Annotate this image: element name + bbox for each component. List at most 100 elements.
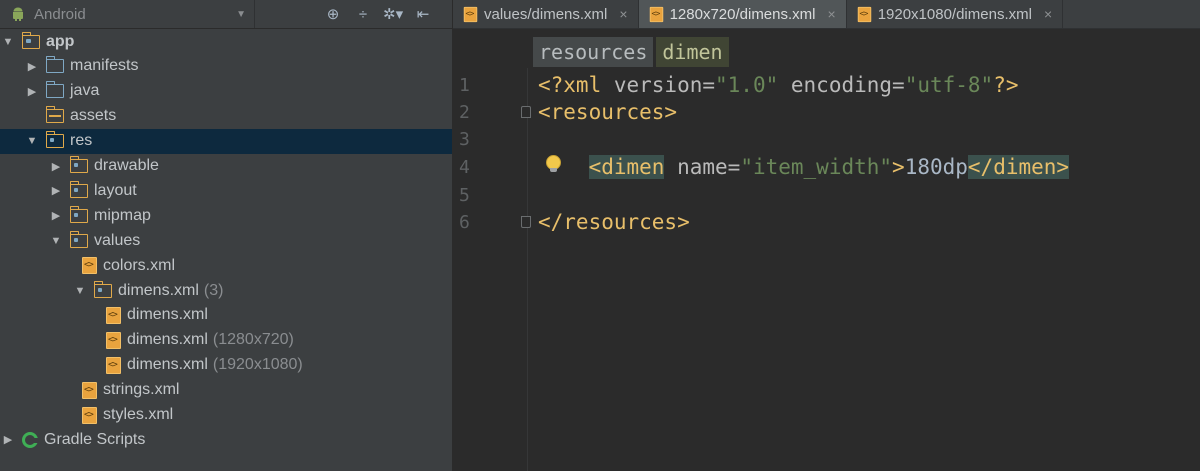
close-tab-icon[interactable]: × xyxy=(1044,6,1052,22)
tree-item-label: app xyxy=(46,32,75,50)
line-number: 6 xyxy=(459,212,470,233)
tree-item-qualifier: (1280x720) xyxy=(212,331,294,349)
expand-arrow-down-icon[interactable]: ▼ xyxy=(26,135,38,147)
xml-decl-open: <?xml xyxy=(538,73,614,97)
xml-attr-value: "utf-8" xyxy=(904,73,994,97)
tab-label: 1280x720/dimens.xml xyxy=(669,5,816,23)
res-folder-icon xyxy=(69,230,88,248)
xml-tag-highlighted: </dimen> xyxy=(967,155,1070,179)
tree-item-label: res xyxy=(70,132,93,150)
xml-file-icon xyxy=(82,381,97,399)
tree-item-manifests[interactable]: ▶ manifests xyxy=(0,54,452,79)
tree-item-colors-xml[interactable]: colors.xml xyxy=(0,253,452,278)
gradle-icon xyxy=(22,431,39,448)
editor-tab[interactable]: 1280x720/dimens.xml × xyxy=(638,0,847,28)
line-number: 3 xyxy=(459,129,470,150)
breadcrumb: resources dimen xyxy=(533,37,729,67)
res-folder-icon xyxy=(69,156,88,173)
tree-item-label: assets xyxy=(70,107,117,125)
tree-item-dimens-xml-1920x1080[interactable]: dimens.xml(1920x1080) xyxy=(0,353,452,378)
res-folder-icon xyxy=(69,205,88,223)
tree-item-label: manifests xyxy=(70,57,139,75)
expand-arrow-right-icon[interactable]: ▶ xyxy=(26,60,38,73)
tree-item-dimens-xml[interactable]: dimens.xml xyxy=(0,303,452,328)
expand-arrow-right-icon[interactable]: ▶ xyxy=(50,160,62,173)
tree-item-mipmap[interactable]: ▶ mipmap xyxy=(0,203,452,228)
chevron-down-icon: ▼ xyxy=(236,8,246,20)
fold-marker-icon[interactable] xyxy=(521,216,531,228)
tab-label: values/dimens.xml xyxy=(484,5,608,23)
android-icon xyxy=(13,7,23,21)
xml-attr-value: "item_width" xyxy=(740,155,893,179)
tree-item-app[interactable]: ▼ app xyxy=(0,29,452,54)
xml-file-icon xyxy=(82,257,97,275)
project-view-label: Android xyxy=(34,5,86,23)
folder-icon xyxy=(45,81,64,99)
project-toolbar: ⊕ ÷ ✲▾ ⇤ xyxy=(323,0,433,28)
tree-item-dimens-xml-1280x720[interactable]: dimens.xml(1280x720) xyxy=(0,328,452,353)
expand-arrow-down-icon[interactable]: ▼ xyxy=(2,36,14,48)
expand-arrow-down-icon[interactable]: ▼ xyxy=(50,235,62,247)
expand-arrow-right-icon[interactable]: ▶ xyxy=(26,85,38,98)
expand-arrow-right-icon[interactable]: ▶ xyxy=(50,184,62,197)
tree-item-layout[interactable]: ▶ layout xyxy=(0,178,452,203)
xml-file-icon xyxy=(106,356,121,374)
tree-item-label: styles.xml xyxy=(103,406,174,423)
tree-item-label: dimens.xml xyxy=(127,331,208,349)
tree-item-label: layout xyxy=(94,181,137,199)
xml-file-icon xyxy=(106,331,121,349)
gutter-separator xyxy=(527,68,528,471)
xml-file-icon xyxy=(82,406,97,424)
editor-tab[interactable]: values/dimens.xml × xyxy=(453,0,639,28)
tree-item-drawable[interactable]: ▶ drawable xyxy=(0,154,452,179)
fold-marker-icon[interactable] xyxy=(521,106,531,118)
xml-text: 180dp xyxy=(904,155,968,179)
project-panel: Android ▼ ⊕ ÷ ✲▾ ⇤ ▼ app ▶ manifests ▶ java as… xyxy=(0,0,453,471)
expand-arrow-right-icon[interactable]: ▶ xyxy=(50,209,62,222)
xml-decl-close: ?> xyxy=(993,73,1019,97)
tree-item-qualifier: (3) xyxy=(203,281,224,299)
tree-item-assets[interactable]: assets xyxy=(0,104,452,129)
close-tab-icon[interactable]: × xyxy=(828,6,836,22)
ide-window: Android ▼ ⊕ ÷ ✲▾ ⇤ ▼ app ▶ manifests ▶ java as… xyxy=(0,0,1200,471)
tree-item-java[interactable]: ▶ java xyxy=(0,79,452,104)
settings-icon[interactable]: ✲▾ xyxy=(383,5,403,23)
xml-file-icon xyxy=(649,6,663,22)
xml-attr-value: "1.0" xyxy=(715,73,779,97)
tab-label: 1920x1080/dimens.xml xyxy=(877,5,1032,23)
xml-file-icon xyxy=(106,306,121,324)
xml-tag-highlighted: <dimen xyxy=(588,155,665,179)
project-panel-header: Android ▼ ⊕ ÷ ✲▾ ⇤ xyxy=(0,0,452,29)
breadcrumb-dimen[interactable]: dimen xyxy=(656,37,729,67)
tree-item-styles-xml[interactable]: styles.xml xyxy=(0,403,452,428)
breadcrumb-resources[interactable]: resources xyxy=(533,37,654,67)
assets-folder-icon xyxy=(45,106,64,124)
editor-tabs: values/dimens.xml×1280x720/dimens.xml×19… xyxy=(453,0,1200,29)
res-folder-icon xyxy=(69,180,88,198)
close-tab-icon[interactable]: × xyxy=(619,6,627,22)
collapse-icon[interactable]: ÷ xyxy=(353,6,373,23)
hide-icon[interactable]: ⇤ xyxy=(413,5,433,23)
line-number: 1 xyxy=(459,75,470,96)
tree-item-gradle-scripts[interactable]: ▶ Gradle Scripts xyxy=(0,427,452,452)
tree-item-values[interactable]: ▼ values xyxy=(0,228,452,253)
xml-tag: <resources> xyxy=(538,100,678,124)
line-number: 4 xyxy=(459,157,470,178)
app-module-folder-icon xyxy=(21,31,40,49)
res-folder-icon xyxy=(93,280,112,298)
tree-item-label: Gradle Scripts xyxy=(44,430,146,448)
expand-arrow-down-icon[interactable]: ▼ xyxy=(74,285,86,297)
tree-item-label: drawable xyxy=(94,157,159,174)
tree-item-strings-xml[interactable]: strings.xml xyxy=(0,378,452,403)
tree-item-dimens-xml-3[interactable]: ▼ dimens.xml (3) xyxy=(0,278,452,303)
code-line-1: <?xml version="1.0" encoding="utf-8"?> xyxy=(538,72,1019,99)
sync-icon[interactable]: ⊕ xyxy=(323,5,343,23)
editor-tab[interactable]: 1920x1080/dimens.xml × xyxy=(847,0,1064,28)
expand-arrow-right-icon[interactable]: ▶ xyxy=(2,433,14,446)
project-view-dropdown[interactable]: Android ▼ xyxy=(0,0,255,28)
tree-item-res[interactable]: ▼ res xyxy=(0,128,452,154)
tree-item-label: values xyxy=(94,231,141,249)
